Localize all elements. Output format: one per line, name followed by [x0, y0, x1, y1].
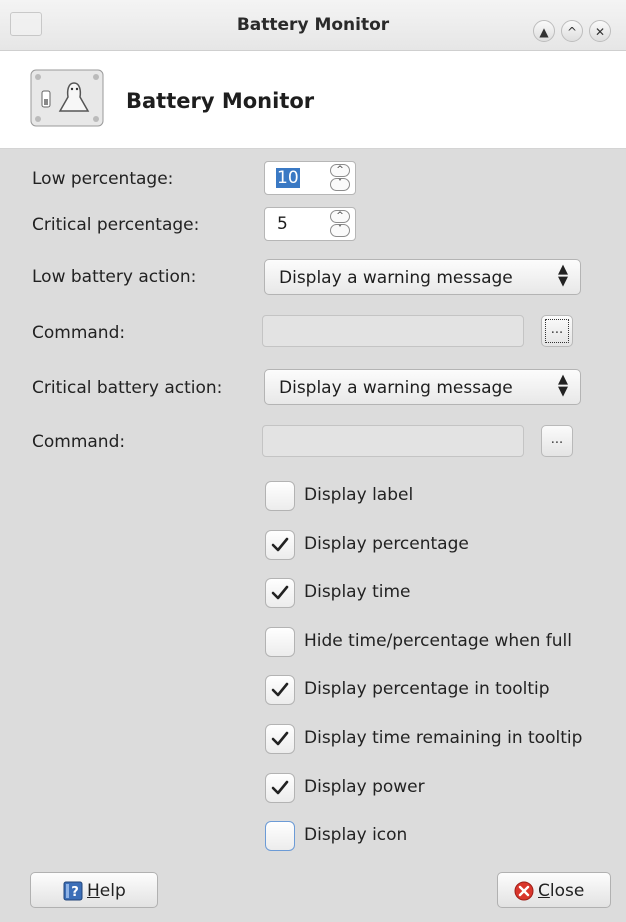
low-command-field[interactable]: [262, 315, 524, 347]
checkmark-icon: [271, 731, 289, 746]
option-checkbox[interactable]: [265, 773, 295, 803]
critical-action-value: Display a warning message: [279, 378, 513, 398]
minimize-button[interactable]: ▲: [533, 20, 555, 42]
option-checkbox[interactable]: [265, 675, 295, 705]
maximize-button[interactable]: ^: [561, 20, 583, 42]
close-button[interactable]: Close: [497, 872, 611, 908]
help-label: elp: [99, 881, 126, 901]
help-button[interactable]: ? Help: [30, 872, 158, 908]
option-label[interactable]: Display percentage: [304, 534, 469, 554]
option-checkbox[interactable]: [265, 481, 295, 511]
option-label[interactable]: Display label: [304, 485, 413, 505]
option-checkbox[interactable]: [265, 578, 295, 608]
critical-percentage-spinbox[interactable]: 5 ^ ˇ: [264, 207, 356, 241]
dialog-header: Battery Monitor: [0, 51, 626, 149]
low-action-label: Low battery action:: [32, 267, 197, 287]
combo-arrows-icon: ▲ ▼: [558, 262, 568, 289]
critical-percentage-value[interactable]: 5: [276, 214, 289, 234]
dialog-title: Battery Monitor: [126, 89, 315, 113]
option-checkbox[interactable]: [265, 821, 295, 851]
close-window-button[interactable]: ✕: [589, 20, 611, 42]
spin-down-icon[interactable]: ˇ: [330, 178, 350, 191]
option-checkbox[interactable]: [265, 724, 295, 754]
critical-action-label: Critical battery action:: [32, 378, 223, 398]
low-action-combo[interactable]: Display a warning message ▲ ▼: [264, 259, 581, 295]
close-accel: C: [538, 881, 550, 901]
help-book-icon: ?: [63, 881, 83, 901]
spin-up-icon[interactable]: ^: [330, 164, 350, 177]
option-label[interactable]: Display time: [304, 582, 410, 602]
svg-text:?: ?: [71, 885, 79, 900]
close-circle-icon: [514, 881, 534, 901]
low-action-value: Display a warning message: [279, 268, 513, 288]
option-checkbox[interactable]: [265, 627, 295, 657]
low-command-label: Command:: [32, 323, 126, 343]
checkmark-icon: [271, 682, 289, 697]
option-label[interactable]: Display percentage in tooltip: [304, 679, 550, 699]
critical-command-browse-button[interactable]: ...: [541, 425, 573, 457]
low-percentage-label: Low percentage:: [32, 169, 174, 189]
battery-monitor-icon: [30, 69, 104, 127]
option-label[interactable]: Display power: [304, 777, 425, 797]
option-label[interactable]: Display icon: [304, 825, 407, 845]
spin-up-icon[interactable]: ^: [330, 210, 350, 223]
low-command-browse-button[interactable]: ...: [541, 315, 573, 347]
checkmark-icon: [271, 780, 289, 795]
low-percentage-value[interactable]: 10: [276, 168, 300, 188]
option-label[interactable]: Hide time/percentage when full: [304, 631, 572, 651]
critical-action-combo[interactable]: Display a warning message ▲ ▼: [264, 369, 581, 405]
combo-arrows-icon: ▲ ▼: [558, 372, 568, 399]
checkmark-icon: [271, 537, 289, 552]
help-accel: H: [87, 881, 100, 901]
option-label[interactable]: Display time remaining in tooltip: [304, 728, 582, 748]
option-checkbox[interactable]: [265, 530, 295, 560]
low-percentage-spinbox[interactable]: 10 ^ ˇ: [264, 161, 356, 195]
checkmark-icon: [271, 585, 289, 600]
critical-command-label: Command:: [32, 432, 126, 452]
critical-percentage-label: Critical percentage:: [32, 215, 200, 235]
window-titlebar: Battery Monitor ▲ ^ ✕: [0, 0, 626, 51]
spin-down-icon[interactable]: ˇ: [330, 224, 350, 237]
close-label: lose: [549, 881, 585, 901]
critical-command-field[interactable]: [262, 425, 524, 457]
